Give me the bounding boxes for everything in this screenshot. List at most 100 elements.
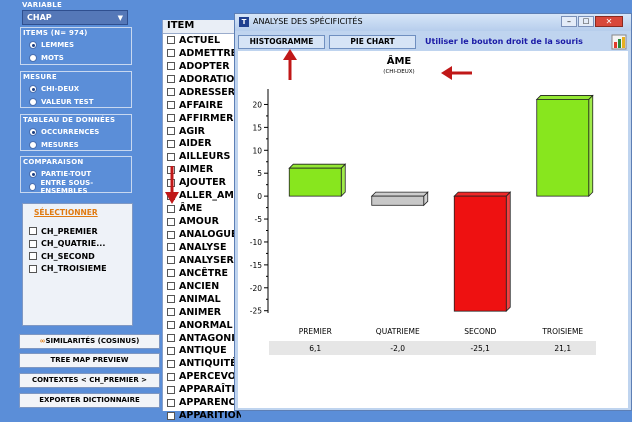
- bar-top: [288, 163, 347, 169]
- list-item[interactable]: ANIMAL: [166, 293, 241, 306]
- maximize-icon[interactable]: □: [578, 16, 594, 27]
- checkbox[interactable]: [167, 269, 175, 278]
- list-item[interactable]: AGIR: [166, 125, 241, 138]
- checkbox[interactable]: [29, 252, 37, 261]
- checkbox[interactable]: [29, 264, 37, 273]
- chevron-down-icon[interactable]: ▼: [118, 14, 123, 22]
- list-item[interactable]: APPARAÎTR: [166, 383, 241, 396]
- checkbox[interactable]: [167, 334, 175, 343]
- checkbox[interactable]: [167, 230, 175, 239]
- radio-chi-deux[interactable]: CHI-DEUX: [29, 83, 79, 95]
- checkbox[interactable]: [167, 346, 175, 355]
- checkbox[interactable]: [29, 239, 37, 248]
- radio-icon[interactable]: [29, 170, 37, 178]
- checkbox[interactable]: [167, 114, 175, 123]
- radio-icon[interactable]: [29, 128, 37, 136]
- list-item[interactable]: AFFAIRE: [166, 99, 241, 112]
- checkbox[interactable]: [167, 49, 175, 58]
- list-item[interactable]: ANCÊTRE: [166, 267, 241, 280]
- checkbox[interactable]: [167, 139, 175, 148]
- list-item[interactable]: ADRESSER: [166, 86, 241, 99]
- radio-icon[interactable]: [29, 98, 37, 106]
- list-item[interactable]: ANCIEN: [166, 280, 241, 293]
- radio-icon[interactable]: [29, 183, 37, 191]
- checkbox[interactable]: [167, 256, 175, 265]
- checkbox[interactable]: [167, 282, 175, 291]
- histogramme-button[interactable]: HISTOGRAMME: [238, 35, 325, 49]
- radio-mots[interactable]: MOTS: [29, 52, 64, 64]
- pie-chart-button[interactable]: PIE CHART: [329, 35, 416, 49]
- similarites-button[interactable]: ∞SIMILARITÉS (COSINUS): [19, 334, 160, 349]
- checkbox[interactable]: [167, 75, 175, 84]
- radio-icon[interactable]: [29, 41, 37, 49]
- list-item[interactable]: ANTAGONIS: [166, 332, 241, 345]
- list-item[interactable]: ADORATION: [166, 73, 241, 86]
- list-item-label: ANALYSE: [179, 241, 227, 253]
- radio-entre-sous-ensembles[interactable]: ENTRE SOUS-ENSEMBLES: [29, 179, 131, 195]
- contextes-button[interactable]: CONTEXTES < CH_PREMIER >: [19, 373, 160, 388]
- list-item[interactable]: ADOPTER: [166, 60, 241, 73]
- checkbox[interactable]: [167, 295, 175, 304]
- close-icon[interactable]: ✕: [595, 16, 623, 27]
- radio-mesures[interactable]: MESURES: [29, 139, 79, 151]
- list-item[interactable]: ADMETTRE: [166, 47, 241, 60]
- radio-valeur-test[interactable]: VALEUR TEST: [29, 96, 94, 108]
- bar: [536, 99, 590, 197]
- list-item-label: APPARAÎTR: [179, 384, 239, 396]
- radio-icon[interactable]: [29, 85, 37, 93]
- radio-occurrences[interactable]: OCCURRENCES: [29, 126, 99, 138]
- list-item[interactable]: ACTUEL: [166, 34, 241, 47]
- chart-subtitle: (CHI-DEUX): [383, 69, 414, 75]
- checkbox[interactable]: [167, 308, 175, 317]
- checkbox[interactable]: [167, 36, 175, 45]
- radio-lemmes[interactable]: LEMMES: [29, 39, 74, 51]
- checkbox[interactable]: [167, 127, 175, 136]
- tree-map-preview-button[interactable]: TREE MAP PREVIEW: [19, 353, 160, 368]
- checkbox[interactable]: [167, 321, 175, 330]
- checkbox[interactable]: [167, 152, 175, 161]
- list-item[interactable]: ANALYSER: [166, 254, 241, 267]
- checkbox[interactable]: [167, 62, 175, 71]
- list-item[interactable]: ANTIQUITÉ: [166, 357, 241, 370]
- list-item[interactable]: ANORMAL: [166, 319, 241, 332]
- list-item-label: ANIMAL: [179, 293, 221, 305]
- item-list: ACTUEL ADMETTRE ADOPTER ADORATION ADRESSER AF…: [166, 34, 241, 422]
- list-item[interactable]: APPARITION: [166, 409, 241, 422]
- checkbox[interactable]: [167, 398, 175, 407]
- checkbox[interactable]: [167, 243, 175, 252]
- bar: [371, 195, 425, 206]
- checkbox[interactable]: [29, 227, 37, 236]
- checkbox[interactable]: [167, 411, 175, 420]
- list-item[interactable]: APERCEVO: [166, 370, 241, 383]
- selection-item[interactable]: CH_SECOND: [29, 250, 107, 263]
- selection-item[interactable]: CH_TROISIEME: [29, 263, 107, 276]
- radio-icon[interactable]: [29, 141, 37, 149]
- radio-icon[interactable]: [29, 54, 37, 62]
- list-item-label: AMOUR: [179, 216, 219, 228]
- variable-select[interactable]: CHAP ▼: [22, 10, 128, 25]
- list-item[interactable]: ANIMER: [166, 306, 241, 319]
- checkbox[interactable]: [167, 372, 175, 381]
- chart-export-icon[interactable]: [611, 34, 627, 50]
- list-item[interactable]: ANALOGUE: [166, 228, 241, 241]
- exporter-dictionnaire-button[interactable]: EXPORTER DICTIONNAIRE: [19, 393, 160, 408]
- window-title-bar[interactable]: T ANALYSE DES SPÉCIFICITÉS – □ ✕: [235, 14, 631, 31]
- minimize-icon[interactable]: –: [561, 16, 577, 27]
- checkbox[interactable]: [167, 385, 175, 394]
- list-item[interactable]: AIDER: [166, 138, 241, 151]
- list-item[interactable]: ANALYSE: [166, 241, 241, 254]
- selection-item[interactable]: CH_PREMIER: [29, 225, 107, 238]
- list-item[interactable]: AMOUR: [166, 215, 241, 228]
- checkbox[interactable]: [167, 217, 175, 226]
- list-item[interactable]: APPARENCE: [166, 396, 241, 409]
- list-item[interactable]: AFFIRMER: [166, 112, 241, 125]
- list-item-label: ANTIQUITÉ: [179, 358, 237, 370]
- checkbox[interactable]: [167, 101, 175, 110]
- list-item[interactable]: AILLEURS: [166, 150, 241, 163]
- checkbox[interactable]: [167, 359, 175, 368]
- list-item-label: APPARENCE: [179, 397, 241, 409]
- category-label: QUATRIEME: [376, 327, 420, 336]
- list-item[interactable]: ANTIQUE: [166, 345, 241, 358]
- checkbox[interactable]: [167, 88, 175, 97]
- selection-item[interactable]: CH_QUATRIE...: [29, 238, 107, 251]
